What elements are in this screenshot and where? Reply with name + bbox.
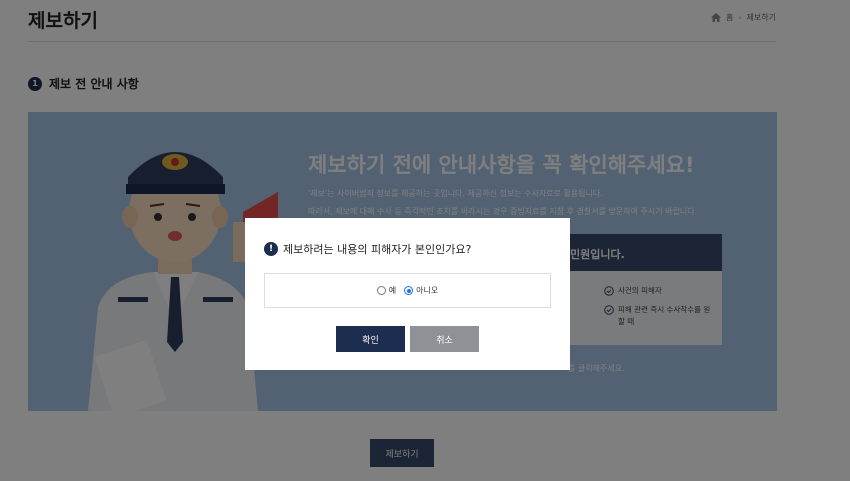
confirm-button[interactable]: 확인: [336, 326, 405, 352]
radio-group: 예 아니오: [264, 273, 551, 308]
modal-header: ! 제보하려는 내용의 피해자가 본인인가요?: [264, 241, 471, 257]
radio-yes-label[interactable]: 예: [389, 285, 396, 296]
radio-yes[interactable]: [376, 286, 386, 295]
radio-no-label[interactable]: 아니오: [416, 285, 438, 296]
radio-option-yes[interactable]: 예: [376, 285, 396, 296]
exclamation-icon: !: [264, 242, 278, 256]
victim-confirm-modal: ! 제보하려는 내용의 피해자가 본인인가요? 예 아니오 확인 취소: [245, 218, 570, 370]
cancel-button[interactable]: 취소: [410, 326, 479, 352]
radio-no[interactable]: [404, 286, 414, 295]
modal-question: 제보하려는 내용의 피해자가 본인인가요?: [283, 243, 472, 256]
radio-option-no[interactable]: 아니오: [404, 285, 438, 296]
